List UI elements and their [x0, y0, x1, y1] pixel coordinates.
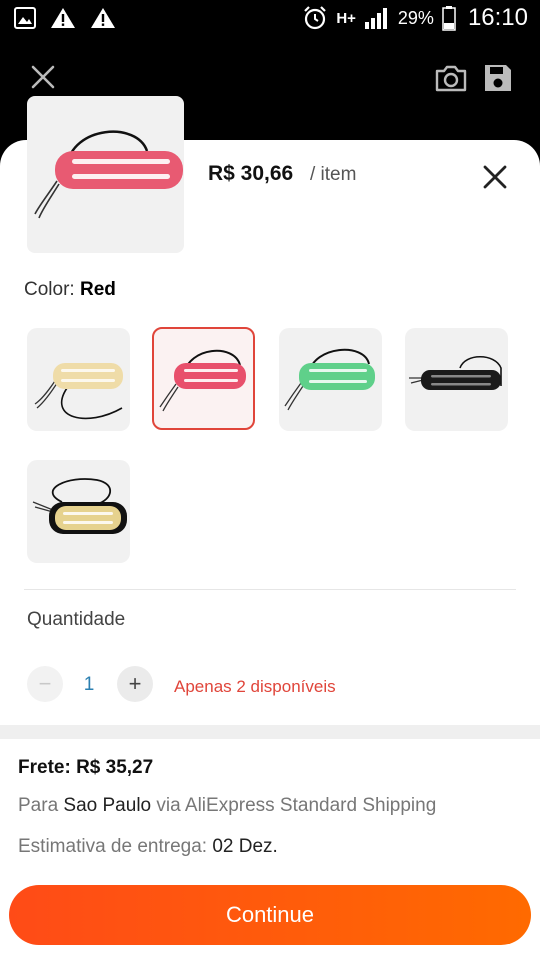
battery-percent: 29%	[397, 7, 434, 28]
color-label-text: Color:	[24, 279, 75, 300]
camera-icon[interactable]	[434, 62, 468, 94]
continue-button[interactable]: Continue	[9, 885, 531, 945]
color-option-cream[interactable]	[27, 328, 130, 431]
destination-city: Sao Paulo	[63, 795, 152, 816]
color-option-red[interactable]	[152, 327, 255, 430]
pickup-body	[421, 370, 501, 390]
battery-icon	[442, 6, 456, 31]
eta-date: 02 Dez.	[212, 836, 278, 857]
stock-note: Apenas 2 disponíveis	[174, 677, 336, 696]
delivery-estimate: Estimativa de entrega: 02 Dez.	[18, 836, 278, 858]
warning-icon	[51, 8, 75, 28]
color-label: Color: Red	[24, 279, 116, 301]
alarm-icon	[304, 6, 327, 30]
pickup-body	[174, 363, 246, 389]
quantity-label: Quantidade	[27, 609, 126, 630]
save-icon[interactable]	[482, 62, 514, 94]
eta-prefix: Estimativa de entrega:	[18, 836, 213, 857]
section-separator	[0, 725, 540, 739]
price-unit: / item	[310, 164, 357, 185]
notification-icons	[14, 7, 116, 29]
warning-icon	[91, 8, 115, 28]
shipping-route[interactable]: Para Sao Paulo via AliExpress Standard S…	[18, 795, 436, 817]
quantity-increment-button[interactable]: +	[117, 666, 153, 702]
pickup-body	[55, 151, 183, 189]
color-option-black[interactable]	[405, 328, 508, 431]
product-thumbnail	[27, 96, 184, 253]
pickup-body	[55, 506, 121, 530]
image-icon	[14, 7, 36, 29]
status-bar: H+ 29% 16:10	[0, 0, 540, 36]
shipping-method: via AliExpress Standard Shipping	[151, 795, 437, 816]
quantity-decrement-button[interactable]: −	[27, 666, 63, 702]
pickup-body	[53, 363, 123, 389]
color-option-gold[interactable]	[27, 460, 130, 563]
pickup-body	[299, 363, 375, 390]
close-icon[interactable]	[28, 62, 58, 92]
signal-icon	[364, 8, 387, 29]
product-price: R$ 30,66	[208, 162, 294, 185]
system-status: H+ 29% 16:10	[302, 4, 528, 32]
network-type: H+	[336, 9, 356, 27]
close-icon[interactable]	[480, 162, 510, 192]
divider	[24, 589, 516, 590]
selected-color: Red	[79, 279, 116, 300]
route-prefix: Para	[18, 795, 64, 816]
quantity-value[interactable]: 1	[80, 674, 98, 696]
clock: 16:10	[467, 4, 528, 31]
color-option-green[interactable]	[279, 328, 382, 431]
shipping-cost: Frete: R$ 35,27	[18, 757, 154, 778]
